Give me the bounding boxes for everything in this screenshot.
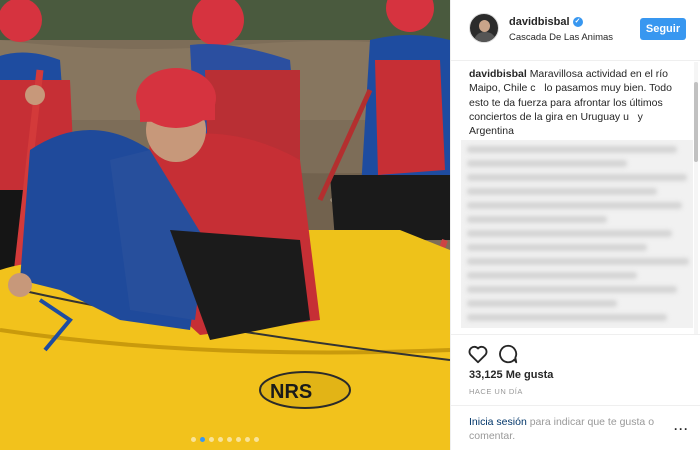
- carousel-dot[interactable]: [218, 437, 223, 442]
- comments-area: davidbisbal Maravillosa actividad en el …: [451, 62, 700, 334]
- follow-button[interactable]: Seguir: [640, 18, 686, 40]
- carousel-dot-active[interactable]: [200, 437, 205, 442]
- login-prompt: Inicia sesión para indicar que te gusta …: [451, 405, 700, 450]
- login-link[interactable]: Inicia sesión: [469, 416, 527, 428]
- verified-icon: ✓: [572, 17, 583, 27]
- scrollbar-thumb[interactable]: [694, 82, 698, 162]
- carousel-dot[interactable]: [191, 437, 196, 442]
- comments-scrollbar[interactable]: [694, 62, 698, 334]
- blurred-comments: [461, 140, 693, 328]
- instagram-post: NRS davidbisbal ✓ Cascada De Las Animas …: [0, 0, 700, 450]
- avatar[interactable]: [469, 13, 499, 43]
- caption-username[interactable]: davidbisbal: [469, 68, 527, 80]
- post-actions: 33,125 Me gusta HACE UN DÍA Inicia sesió…: [451, 334, 700, 450]
- carousel-dot[interactable]: [254, 437, 259, 442]
- carousel-dot[interactable]: [209, 437, 214, 442]
- rafting-photo: NRS: [0, 0, 450, 450]
- carousel-dot[interactable]: [245, 437, 250, 442]
- caption: davidbisbal Maravillosa actividad en el …: [469, 67, 689, 138]
- post-timestamp[interactable]: HACE UN DÍA: [469, 387, 523, 396]
- post-photo[interactable]: NRS: [0, 0, 450, 450]
- raft-logo: NRS: [270, 381, 312, 403]
- likes-count[interactable]: 33,125 Me gusta: [469, 369, 553, 381]
- post-header: davidbisbal ✓ Cascada De Las Animas Segu…: [451, 0, 700, 61]
- username-text[interactable]: davidbisbal: [509, 16, 570, 28]
- comment-icon[interactable]: [497, 343, 519, 365]
- login-text: Inicia sesión para indicar que te gusta …: [469, 415, 659, 443]
- post-sidebar: davidbisbal ✓ Cascada De Las Animas Segu…: [450, 0, 700, 450]
- location-link[interactable]: Cascada De Las Animas: [509, 32, 613, 43]
- heart-icon[interactable]: [467, 343, 489, 365]
- username-link[interactable]: davidbisbal ✓: [509, 16, 583, 28]
- more-options-icon[interactable]: ···: [674, 422, 689, 436]
- carousel-dot[interactable]: [227, 437, 232, 442]
- carousel-indicator: [0, 437, 450, 442]
- carousel-dot[interactable]: [236, 437, 241, 442]
